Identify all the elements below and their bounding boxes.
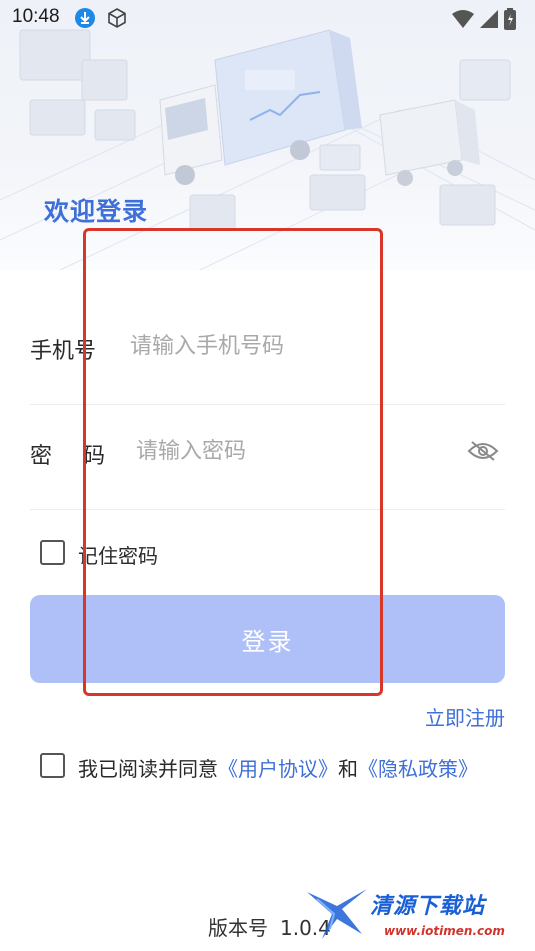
register-link[interactable]: 立即注册: [425, 702, 505, 731]
agreement-conjunction: 和: [338, 757, 358, 781]
agreement-checkbox[interactable]: [40, 753, 65, 778]
password-label-char-1: 密: [30, 444, 53, 469]
package-icon: [108, 8, 126, 28]
remember-password-checkbox[interactable]: [40, 540, 65, 565]
welcome-title: 欢迎登录: [44, 197, 149, 226]
phone-input[interactable]: [130, 326, 490, 366]
agreement-text: 我已阅读并同意《用户协议》和《隐私政策》: [78, 753, 478, 782]
status-time: 10:48: [12, 6, 60, 27]
download-icon: [75, 8, 95, 28]
eye-off-icon[interactable]: [467, 439, 499, 463]
hero-banner: 欢迎登录: [0, 0, 535, 270]
phone-label: 手机号: [30, 339, 97, 364]
status-bar: 10:48: [0, 0, 535, 36]
watermark: 清源下载站 www.iotimen.com: [302, 880, 522, 951]
password-label: 密码: [30, 438, 105, 470]
password-input[interactable]: [136, 431, 456, 471]
version-label: 版本号: [208, 916, 268, 940]
phone-row: 手机号: [30, 300, 505, 405]
password-row: 密码: [30, 405, 505, 510]
remember-password-label: 记住密码: [78, 544, 158, 568]
login-button[interactable]: 登录: [30, 595, 505, 683]
wifi-icon: [452, 10, 474, 28]
watermark-title: 清源下载站: [370, 894, 486, 919]
password-label-char-2: 码: [83, 444, 106, 469]
signal-icon: [480, 10, 498, 28]
watermark-subtitle: www.iotimen.com: [384, 924, 505, 938]
watermark-logo-icon: [307, 889, 367, 939]
battery-icon: [504, 8, 516, 30]
user-agreement-link[interactable]: 《用户协议》: [218, 757, 338, 781]
logistics-illustration: [0, 29, 535, 270]
privacy-policy-link[interactable]: 《隐私政策》: [358, 757, 478, 781]
agreement-prefix: 我已阅读并同意: [78, 757, 218, 781]
